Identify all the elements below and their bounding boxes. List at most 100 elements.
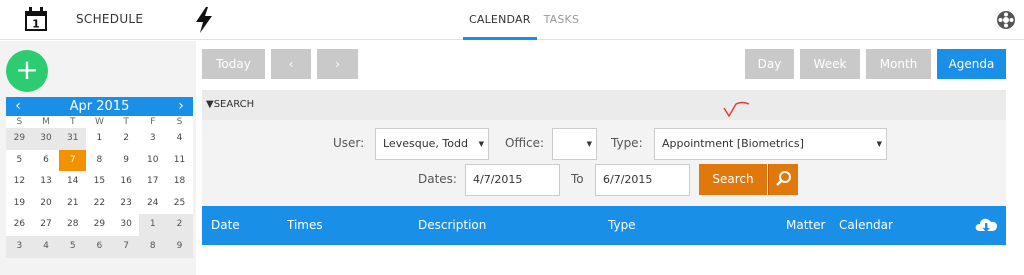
weekday-label: W — [94, 117, 104, 127]
globe-icon[interactable] — [996, 10, 1016, 30]
mini-calendar-day[interactable]: 3 — [6, 235, 33, 258]
mini-calendar-day[interactable]: 21 — [59, 192, 87, 215]
search-toggle[interactable]: ▼SEARCH — [202, 90, 1006, 120]
mini-calendar-prev-button[interactable]: ‹ — [10, 97, 26, 116]
office-label: Office: — [505, 136, 545, 150]
mini-calendar-day[interactable]: 2 — [112, 128, 140, 150]
tab-tasks[interactable]: TASKS — [544, 0, 580, 40]
column-calendar[interactable]: Calendar — [839, 218, 893, 232]
column-description[interactable]: Description — [418, 218, 486, 232]
date-from-input[interactable]: 4/7/2015 — [465, 164, 560, 196]
add-event-button[interactable]: + — [6, 50, 48, 92]
mini-calendar-day[interactable]: 20 — [32, 192, 60, 215]
office-select[interactable]: ▼ — [552, 128, 597, 160]
mini-calendar-day[interactable]: 16 — [112, 171, 140, 193]
mini-calendar-day-selected[interactable]: 7 — [59, 149, 87, 172]
weekday-label: F — [150, 117, 156, 127]
mini-calendar-day[interactable]: 22 — [86, 192, 113, 215]
column-type[interactable]: Type — [608, 218, 636, 232]
search-button[interactable]: Search — [699, 164, 767, 195]
next-button[interactable]: › — [317, 49, 358, 79]
search-icon-button[interactable] — [768, 164, 798, 195]
mini-calendar-day[interactable]: 6 — [86, 235, 113, 258]
type-label: Type: — [611, 136, 643, 150]
mini-calendar-day[interactable]: 23 — [112, 192, 140, 215]
user-select[interactable]: Levesque, Todd ▼ — [375, 128, 489, 160]
mini-calendar-day[interactable]: 15 — [86, 171, 113, 193]
type-select-caret-icon: ▼ — [876, 140, 882, 148]
weekday-label: T — [69, 117, 76, 127]
mini-calendar-day[interactable]: 30 — [112, 214, 140, 236]
results-header: Date Times Description Type Matter Calen… — [202, 206, 1006, 245]
mini-calendar-day[interactable]: 29 — [86, 214, 113, 236]
mini-calendar-title: Apr 2015 — [69, 99, 130, 114]
date-to-input[interactable]: 6/7/2015 — [595, 164, 690, 196]
app-label[interactable]: SCHEDULE — [76, 12, 143, 26]
mini-calendar-weekdays: SMTWTFS — [6, 116, 193, 128]
mini-calendar-day[interactable]: 9 — [166, 235, 193, 258]
column-date[interactable]: Date — [211, 218, 240, 232]
search-section-label: SEARCH — [213, 99, 255, 110]
mini-calendar-days: 29 30 31 1 2 3 4 5 6 7 8 9 10 11 12 13 14 15 16 17 18 19 20 21 2… — [6, 128, 193, 258]
mini-calendar-day[interactable]: 6 — [32, 149, 60, 172]
column-times[interactable]: Times — [287, 218, 323, 232]
mini-calendar-day[interactable]: 26 — [6, 214, 33, 236]
mini-calendar-day[interactable]: 11 — [166, 149, 193, 172]
mini-calendar-day[interactable]: 10 — [139, 149, 167, 172]
user-select-value: Levesque, Todd — [383, 137, 468, 150]
mini-calendar-next-button[interactable]: › — [173, 97, 189, 116]
mini-calendar-day[interactable]: 29 — [6, 128, 33, 150]
month-view-button[interactable]: Month — [866, 49, 931, 79]
user-label: User: — [333, 136, 365, 150]
mini-calendar-day[interactable]: 24 — [139, 192, 167, 215]
mini-calendar-day[interactable]: 4 — [166, 128, 193, 150]
mini-calendar-day[interactable]: 12 — [6, 171, 33, 193]
office-select-caret-icon: ▼ — [586, 140, 592, 148]
top-bar: 1 SCHEDULE CALENDAR TASKS — [0, 0, 1024, 40]
mini-calendar: ‹ Apr 2015 › SMTWTFS 29 30 31 1 2 3 4 5 6 7 8 9 10 11… — [6, 97, 193, 258]
lightning-icon[interactable] — [194, 7, 214, 33]
mini-calendar-day[interactable]: 27 — [32, 214, 60, 236]
annotation-check-mark — [723, 101, 750, 118]
mini-calendar-day[interactable]: 5 — [6, 149, 33, 172]
date-to-value: 6/7/2015 — [603, 173, 653, 186]
mini-calendar-day[interactable]: 31 — [59, 128, 87, 150]
today-button[interactable]: Today — [202, 49, 265, 79]
cloud-download-icon[interactable] — [974, 216, 998, 234]
day-view-button[interactable]: Day — [745, 49, 794, 79]
date-from-value: 4/7/2015 — [473, 173, 523, 186]
dates-label: Dates: — [418, 172, 457, 186]
agenda-view-button[interactable]: Agenda — [937, 49, 1006, 79]
mini-calendar-day[interactable]: 8 — [86, 149, 113, 172]
mini-calendar-day[interactable]: 1 — [86, 128, 113, 150]
type-select[interactable]: Appointment [Biometrics] ▼ — [654, 128, 887, 160]
mini-calendar-day[interactable]: 13 — [32, 171, 60, 193]
mini-calendar-day[interactable]: 9 — [112, 149, 140, 172]
mini-calendar-day[interactable]: 1 — [139, 214, 167, 236]
mini-calendar-day[interactable]: 19 — [6, 192, 33, 215]
mini-calendar-day[interactable]: 18 — [166, 171, 193, 193]
prev-button[interactable]: ‹ — [271, 49, 311, 79]
collapse-triangle-icon: ▼ — [206, 99, 214, 110]
mini-calendar-day[interactable]: 2 — [166, 214, 193, 236]
mini-calendar-header: ‹ Apr 2015 › — [6, 97, 193, 116]
mini-calendar-day[interactable]: 17 — [139, 171, 167, 193]
mini-calendar-day[interactable]: 7 — [112, 235, 140, 258]
mini-calendar-day[interactable]: 25 — [166, 192, 193, 215]
type-select-value: Appointment [Biometrics] — [662, 137, 804, 150]
mini-calendar-day[interactable]: 30 — [32, 128, 60, 150]
mini-calendar-day[interactable]: 4 — [32, 235, 60, 258]
mini-calendar-day[interactable]: 5 — [59, 235, 87, 258]
mini-calendar-day[interactable]: 14 — [59, 171, 87, 193]
mini-calendar-day[interactable]: 28 — [59, 214, 87, 236]
top-nav: CALENDAR TASKS — [463, 0, 586, 40]
mini-calendar-day[interactable]: 3 — [139, 128, 167, 150]
mini-calendar-day[interactable]: 8 — [139, 235, 167, 258]
tab-calendar[interactable]: CALENDAR — [463, 0, 537, 40]
weekday-label: T — [123, 117, 129, 127]
to-label: To — [571, 172, 584, 186]
week-view-button[interactable]: Week — [800, 49, 860, 79]
calendar-icon[interactable]: 1 — [24, 7, 48, 32]
user-select-caret-icon: ▼ — [478, 140, 484, 148]
column-matter[interactable]: Matter — [786, 218, 825, 232]
